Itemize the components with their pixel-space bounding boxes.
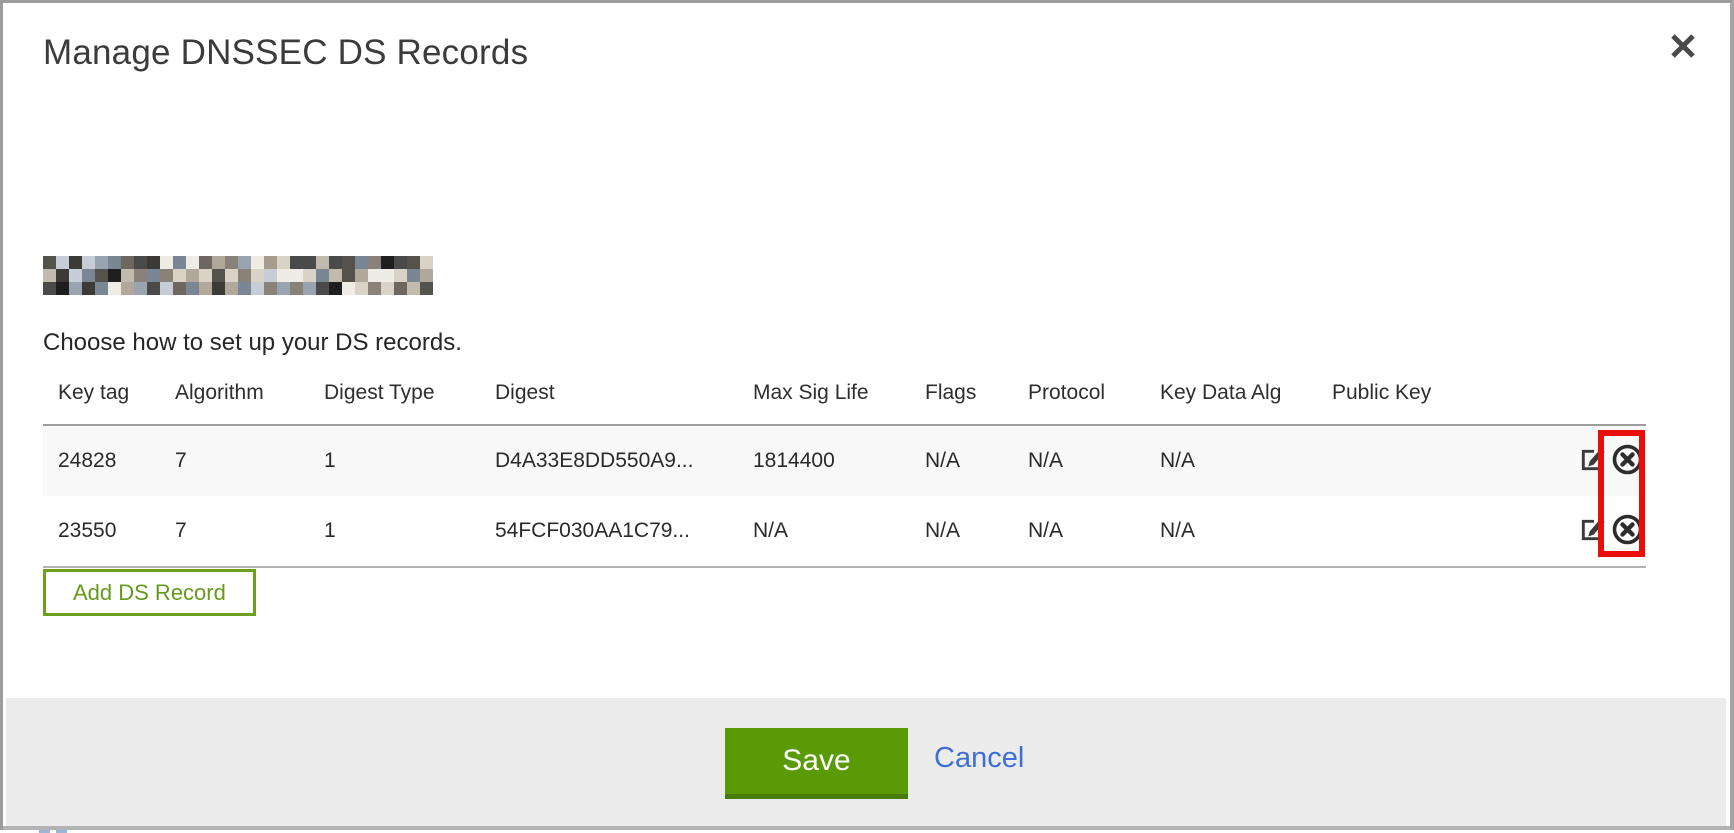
dialog-title: Manage DNSSEC DS Records	[43, 33, 528, 73]
cell-digest: 54FCF030AA1C79...	[495, 496, 753, 567]
table-header: Key tagAlgorithmDigest TypeDigestMax Sig…	[43, 373, 1646, 425]
dialog-footer: Save Cancel	[6, 698, 1726, 826]
cell-algorithm: 7	[175, 496, 324, 567]
column-header: Public Key	[1332, 373, 1548, 425]
row-actions	[1548, 425, 1646, 496]
cell-digest-type: 1	[324, 425, 495, 496]
column-header: Key Data Alg	[1160, 373, 1332, 425]
cell-flags: N/A	[925, 425, 1028, 496]
column-header: Algorithm	[175, 373, 324, 425]
save-button[interactable]: Save	[725, 728, 908, 799]
cell-protocol: N/A	[1028, 496, 1160, 567]
cell-max-sig-life: N/A	[753, 496, 925, 567]
column-header: Key tag	[43, 373, 175, 425]
delete-icon	[1611, 513, 1644, 546]
ds-record-row: 2482871D4A33E8DD550A9...1814400N/AN/AN/A	[43, 425, 1646, 496]
edit-record-button[interactable]	[1576, 445, 1609, 477]
delete-record-button[interactable]	[1609, 443, 1646, 479]
cell-key-data-alg: N/A	[1160, 496, 1332, 567]
ds-records-instruction: Choose how to set up your DS records.	[43, 329, 462, 357]
cell-protocol: N/A	[1028, 425, 1160, 496]
edit-record-button[interactable]	[1576, 515, 1609, 547]
cell-public-key	[1332, 425, 1548, 496]
close-x-glyph	[1668, 31, 1698, 61]
row-actions	[1548, 496, 1646, 567]
column-header: Digest Type	[324, 373, 495, 425]
edit-icon	[1578, 445, 1607, 474]
column-header: Max Sig Life	[753, 373, 925, 425]
cell-public-key	[1332, 496, 1548, 567]
close-icon[interactable]	[1665, 29, 1701, 65]
add-ds-record-button[interactable]: Add DS Record	[43, 569, 256, 616]
cell-digest: D4A33E8DD550A9...	[495, 425, 753, 496]
redacted-domain-name	[43, 256, 433, 295]
column-header: Protocol	[1028, 373, 1160, 425]
cell-max-sig-life: 1814400	[753, 425, 925, 496]
ds-record-row: 235507154FCF030AA1C79...N/AN/AN/AN/A	[43, 496, 1646, 567]
cell-flags: N/A	[925, 496, 1028, 567]
column-header: Digest	[495, 373, 753, 425]
dnssec-dialog: Manage DNSSEC DS Records Choose how to s…	[0, 0, 1734, 830]
cancel-button[interactable]: Cancel	[934, 742, 1024, 775]
cell-key-tag: 24828	[43, 425, 175, 496]
frame-bottom-border	[3, 826, 1730, 830]
column-header-actions	[1548, 373, 1646, 425]
cell-key-tag: 23550	[43, 496, 175, 567]
ds-records-table: Key tagAlgorithmDigest TypeDigestMax Sig…	[43, 373, 1646, 568]
delete-icon	[1611, 443, 1644, 476]
edit-icon	[1578, 515, 1607, 544]
cell-digest-type: 1	[324, 496, 495, 567]
cell-algorithm: 7	[175, 425, 324, 496]
cell-key-data-alg: N/A	[1160, 425, 1332, 496]
delete-record-button[interactable]	[1609, 513, 1646, 549]
column-header: Flags	[925, 373, 1028, 425]
